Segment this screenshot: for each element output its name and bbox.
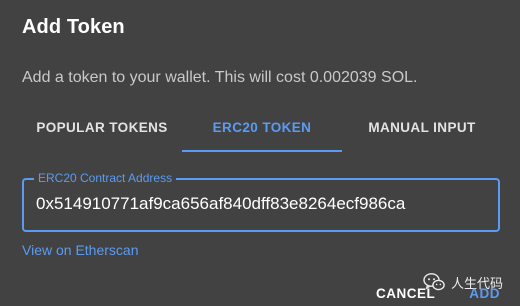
add-token-dialog: Add Token Add a token to your wallet. Th…	[0, 0, 520, 306]
token-tabs: POPULAR TOKENS ERC20 TOKEN MANUAL INPUT	[22, 110, 502, 152]
cancel-button[interactable]: CANCEL	[376, 286, 435, 301]
tab-popular-tokens[interactable]: POPULAR TOKENS	[22, 110, 182, 152]
dialog-actions: CANCEL ADD	[376, 286, 500, 301]
dialog-title: Add Token	[22, 16, 125, 38]
contract-address-input[interactable]	[36, 194, 486, 214]
tab-erc20-token[interactable]: ERC20 TOKEN	[182, 110, 342, 152]
erc20-contract-address-field[interactable]: ERC20 Contract Address	[22, 171, 500, 232]
contract-address-label: ERC20 Contract Address	[34, 171, 177, 185]
tab-manual-input[interactable]: MANUAL INPUT	[342, 110, 502, 152]
dialog-subtitle: Add a token to your wallet. This will co…	[22, 69, 418, 86]
add-button[interactable]: ADD	[469, 286, 500, 301]
view-on-etherscan-link[interactable]: View on Etherscan	[22, 242, 138, 258]
